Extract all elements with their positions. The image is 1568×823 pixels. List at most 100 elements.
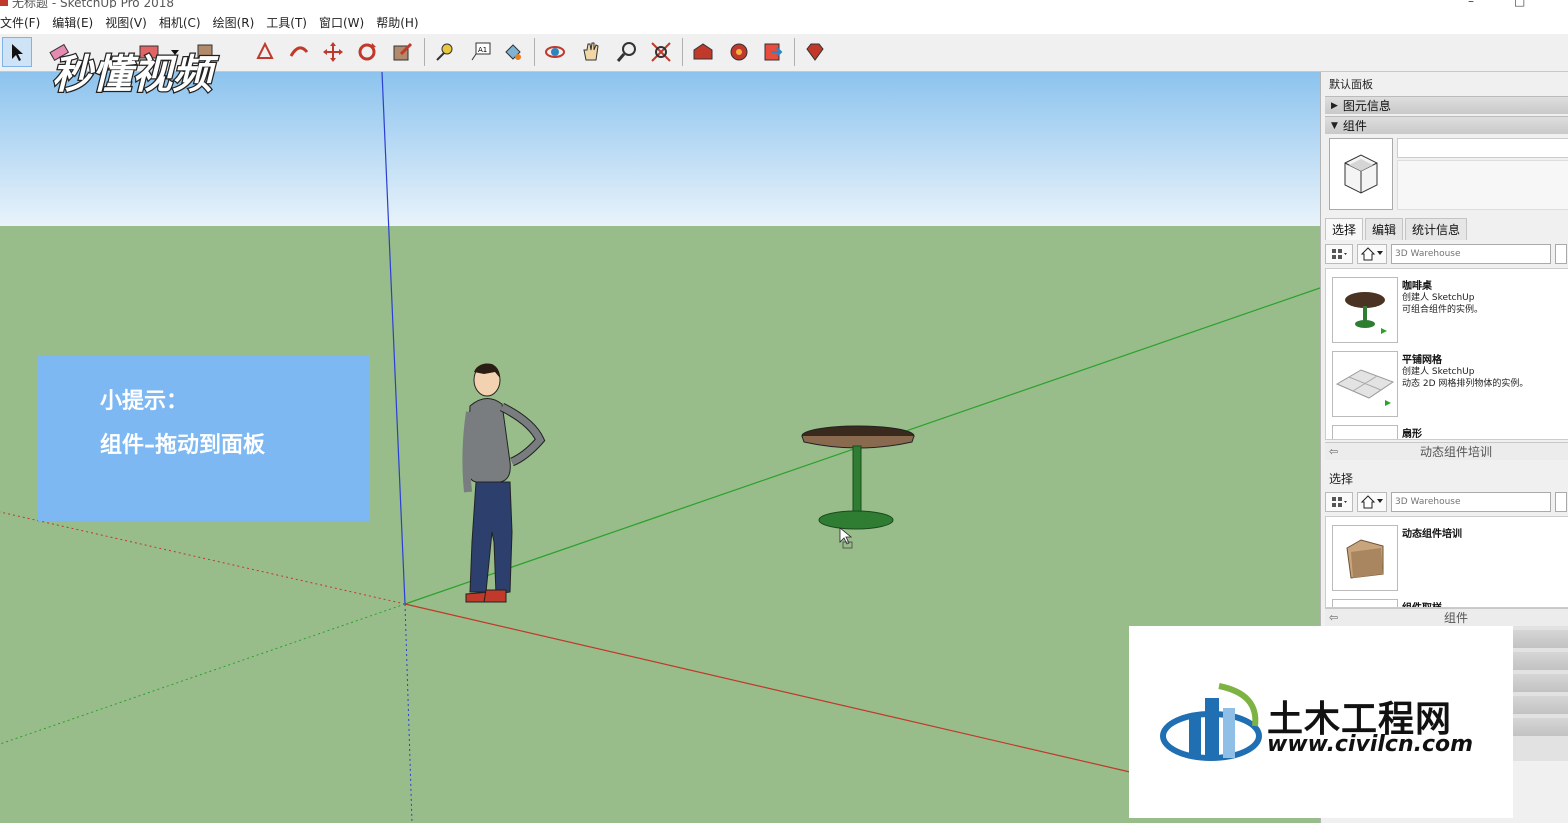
tip-body: 组件–拖动到面板 bbox=[100, 433, 266, 458]
menu-tools[interactable]: 工具(T) bbox=[260, 14, 313, 31]
fan-thumbnail bbox=[1332, 425, 1398, 439]
collapsed-header[interactable] bbox=[1513, 674, 1568, 692]
tab-edit[interactable]: 编辑 bbox=[1365, 218, 1404, 240]
grid-view-icon bbox=[1332, 249, 1347, 259]
menu-bar: 文件(F) 编辑(E) 视图(V) 相机(C) 绘图(R) 工具(T) 窗口(W… bbox=[0, 12, 1568, 32]
title-bar: 无标题 - SketchUp Pro 2018 – □ bbox=[0, 0, 1568, 8]
menu-view[interactable]: 视图(V) bbox=[99, 14, 153, 31]
zoom-extents-tool-button[interactable] bbox=[646, 37, 676, 67]
item-description: 动态 2D 网格排列物体的实例。 bbox=[1402, 379, 1529, 389]
item-title: 扇形 bbox=[1402, 429, 1422, 440]
component-preview bbox=[1329, 138, 1393, 210]
tab-select[interactable]: 选择 bbox=[1325, 218, 1364, 240]
view-options-button[interactable] bbox=[1325, 492, 1353, 512]
home-dropdown-icon bbox=[1360, 495, 1383, 509]
back-arrow-icon[interactable]: ⇦ bbox=[1325, 445, 1343, 458]
menu-help[interactable]: 帮助(H) bbox=[370, 14, 424, 31]
watermark-text: 秒懂视频 bbox=[52, 52, 219, 98]
scale-tool-button[interactable] bbox=[388, 37, 418, 67]
site-url: www.civilcn.com bbox=[1267, 732, 1474, 757]
warehouse-icon bbox=[693, 43, 713, 60]
second-search-row bbox=[1325, 490, 1568, 514]
toolbar-separator bbox=[682, 38, 683, 66]
collection-nav-bar: ⇦ 动态组件培训 bbox=[1325, 442, 1568, 460]
extension-warehouse-tool-button[interactable] bbox=[724, 37, 754, 67]
extension-warehouse-icon bbox=[730, 43, 748, 61]
coffee-table-thumbnail bbox=[1332, 277, 1398, 343]
collapsed-panel-headers bbox=[1513, 626, 1568, 761]
warehouse-tool-button[interactable] bbox=[688, 37, 718, 67]
menu-camera[interactable]: 相机(C) bbox=[153, 14, 207, 31]
sketchup-app-icon bbox=[0, 0, 8, 6]
rotate-icon bbox=[358, 43, 376, 61]
search-icon[interactable] bbox=[1555, 244, 1567, 264]
collapsed-header[interactable] bbox=[1513, 630, 1568, 648]
ground-plane bbox=[0, 226, 1320, 823]
second-collection-nav-bar: ⇦ 组件 bbox=[1325, 608, 1568, 626]
layout-icon bbox=[764, 43, 783, 61]
item-title: 组件取样 bbox=[1402, 599, 1442, 607]
orbit-tool-button[interactable] bbox=[540, 37, 570, 67]
component-description-field[interactable] bbox=[1397, 160, 1568, 210]
grid-view-icon bbox=[1332, 497, 1347, 507]
search-icon[interactable] bbox=[1555, 492, 1567, 512]
view-options-button[interactable] bbox=[1325, 244, 1353, 264]
folder-thumbnail bbox=[1332, 525, 1398, 591]
coffee-table-icon bbox=[1345, 292, 1387, 334]
collection-label: 动态组件培训 bbox=[1419, 445, 1492, 459]
component-name-field[interactable] bbox=[1397, 138, 1568, 158]
scale-icon bbox=[393, 42, 413, 61]
components-header[interactable]: ▼ 组件 bbox=[1325, 116, 1568, 134]
sampler-thumbnail bbox=[1332, 599, 1398, 607]
ruby-gem-icon bbox=[806, 43, 824, 61]
window-title: 无标题 - SketchUp Pro 2018 bbox=[12, 0, 174, 8]
site-watermark: 土木工程网 www.civilcn.com bbox=[1129, 626, 1513, 818]
select-tool-button[interactable] bbox=[2, 37, 32, 67]
toolbar-separator bbox=[794, 38, 795, 66]
item-description: 可组合组件的实例。 bbox=[1402, 305, 1484, 315]
layout-tool-button[interactable] bbox=[758, 37, 788, 67]
tip-box: 小提示： 组件–拖动到面板 bbox=[38, 355, 370, 521]
second-select-label: 选择 bbox=[1329, 472, 1354, 486]
tile-grid-icon bbox=[1335, 369, 1395, 406]
zoom-extents-icon bbox=[651, 42, 671, 62]
arrow-cursor-icon bbox=[12, 44, 23, 61]
components-label: 组件 bbox=[1342, 119, 1367, 133]
3d-viewport[interactable]: 小提示： 组件–拖动到面板 bbox=[0, 72, 1320, 823]
paint-bucket-tool-button[interactable] bbox=[498, 37, 528, 67]
menu-window[interactable]: 窗口(W) bbox=[313, 14, 370, 31]
menu-draw[interactable]: 绘图(R) bbox=[207, 14, 261, 31]
hand-icon bbox=[583, 42, 599, 61]
toolbar-separator bbox=[424, 38, 425, 66]
tape-measure-icon bbox=[436, 43, 453, 61]
warehouse-search-input[interactable] bbox=[1391, 244, 1551, 264]
expand-arrow-icon: ▶ bbox=[1331, 100, 1338, 111]
entity-info-header[interactable]: ▶ 图元信息 bbox=[1325, 96, 1568, 114]
building-logo-icon bbox=[1160, 683, 1262, 761]
move-tool-button[interactable] bbox=[318, 37, 348, 67]
text-tool-button[interactable]: A1 bbox=[466, 37, 496, 67]
panel-title: 默认面板 bbox=[1329, 78, 1373, 91]
collapsed-header[interactable] bbox=[1513, 696, 1568, 714]
components-tabs: 选择 编辑 统计信息 bbox=[1325, 218, 1568, 240]
maximize-icon[interactable]: □ bbox=[1514, 0, 1525, 8]
rotate-tool-button[interactable] bbox=[352, 37, 382, 67]
zoom-tool-button[interactable] bbox=[612, 37, 642, 67]
collapse-arrow-icon: ▼ bbox=[1331, 120, 1338, 131]
home-button[interactable] bbox=[1357, 492, 1387, 512]
minimize-icon[interactable]: – bbox=[1468, 0, 1474, 8]
pan-tool-button[interactable] bbox=[576, 37, 606, 67]
home-dropdown-icon bbox=[1360, 247, 1383, 261]
tape-measure-tool-button[interactable] bbox=[430, 37, 460, 67]
menu-edit[interactable]: 编辑(E) bbox=[46, 14, 99, 31]
tip-title: 小提示： bbox=[100, 389, 189, 414]
item-title: 动态组件培训 bbox=[1402, 529, 1462, 540]
ruby-console-button[interactable] bbox=[800, 37, 830, 67]
second-warehouse-search-input[interactable] bbox=[1391, 492, 1551, 512]
menu-file[interactable]: 文件(F) bbox=[0, 14, 46, 31]
tab-statistics[interactable]: 统计信息 bbox=[1405, 218, 1468, 240]
home-button[interactable] bbox=[1357, 244, 1387, 264]
back-arrow-icon[interactable]: ⇦ bbox=[1325, 611, 1343, 624]
collapsed-header[interactable] bbox=[1513, 718, 1568, 736]
collapsed-header[interactable] bbox=[1513, 652, 1568, 670]
